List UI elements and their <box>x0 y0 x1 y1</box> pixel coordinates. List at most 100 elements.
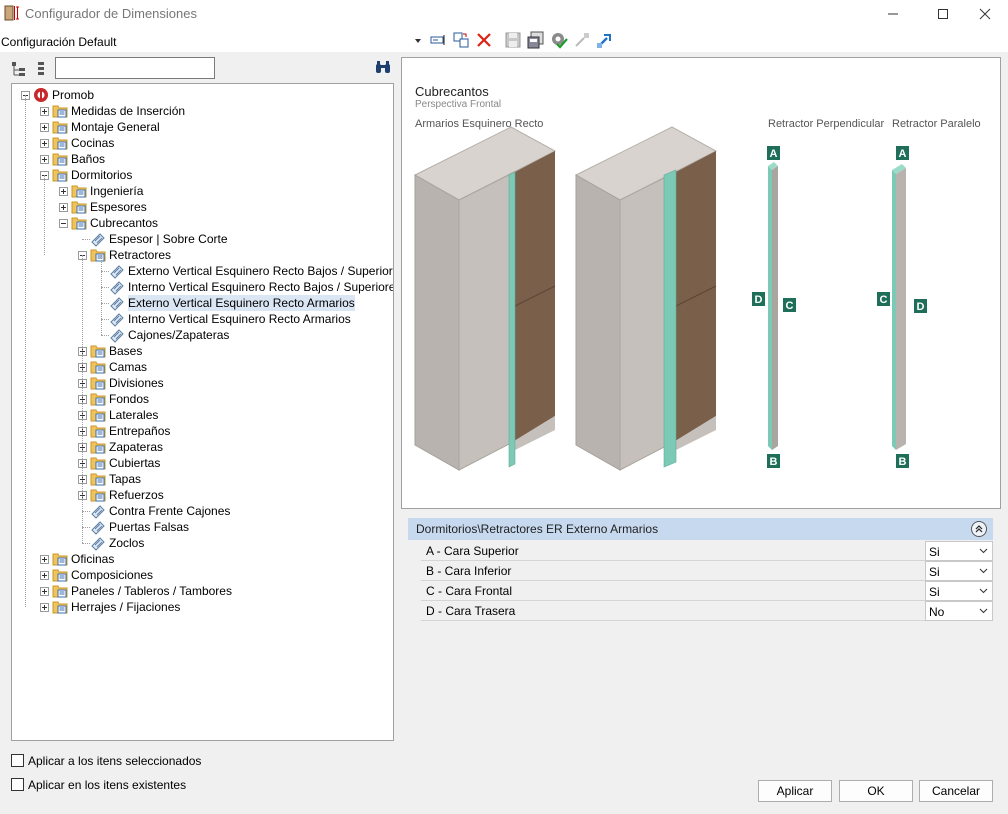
tree-node[interactable]: Oficinas <box>12 551 392 567</box>
import-icon[interactable] <box>573 31 591 49</box>
expand-icon[interactable] <box>59 187 68 196</box>
cancel-button[interactable]: Cancelar <box>919 780 993 802</box>
tree-node[interactable]: Herrajes / Fijaciones <box>12 599 392 615</box>
marker-a-para: A <box>896 146 909 160</box>
tree-node[interactable]: Camas <box>12 359 392 375</box>
expand-icon[interactable] <box>40 555 49 564</box>
tree-guide-line <box>25 95 26 607</box>
collapse-icon[interactable] <box>971 521 987 537</box>
tree-node-label: Cocinas <box>71 136 115 150</box>
tree-node[interactable]: Entrepaños <box>12 423 392 439</box>
maximize-button[interactable] <box>920 0 966 28</box>
svg-text:B: B <box>770 456 778 468</box>
tree-node-label: Interno Vertical Esquinero Recto Armario… <box>128 312 351 326</box>
delete-icon[interactable] <box>475 31 493 49</box>
save-icon[interactable] <box>504 31 522 49</box>
expand-icon[interactable] <box>40 603 49 612</box>
property-row: D - Cara Trasera No <box>421 601 993 621</box>
tree-node[interactable]: Espesor | Sobre Corte <box>12 231 392 247</box>
tree-node[interactable]: Composiciones <box>12 567 392 583</box>
folder-icon <box>90 487 106 503</box>
tree-node[interactable]: Cubiertas <box>12 455 392 471</box>
property-value-select[interactable]: Si <box>925 541 993 561</box>
tree-connector <box>82 527 90 528</box>
tree-node[interactable]: Medidas de Inserción <box>12 103 392 119</box>
tree-node[interactable]: Tapas <box>12 471 392 487</box>
tree-node[interactable]: Puertas Falsas <box>12 519 392 535</box>
tree-node[interactable]: Cubrecantos <box>12 215 392 231</box>
cabinet-right <box>574 126 718 471</box>
expand-icon[interactable] <box>40 587 49 596</box>
collapse-tree-icon[interactable] <box>34 61 50 77</box>
property-name: B - Cara Inferior <box>426 564 512 578</box>
tree-node[interactable]: Contra Frente Cajones <box>12 503 392 519</box>
folder-icon <box>90 359 106 375</box>
tree-node-label: Baños <box>71 152 106 166</box>
apply-button[interactable]: Aplicar <box>758 780 832 802</box>
property-value-select[interactable]: No <box>925 601 993 621</box>
expand-icon[interactable] <box>59 203 68 212</box>
tree-connector <box>101 335 109 336</box>
tree-node[interactable]: Fondos <box>12 391 392 407</box>
dropdown-arrow-icon <box>415 39 421 43</box>
save-as-icon[interactable] <box>527 31 545 49</box>
expand-icon[interactable] <box>40 123 49 132</box>
folder-icon <box>90 375 106 391</box>
tree-node[interactable]: Bases <box>12 343 392 359</box>
tree-node[interactable]: Refuerzos <box>12 487 392 503</box>
tree-node-label: Divisiones <box>109 376 164 390</box>
tree-node[interactable]: Interno Vertical Esquinero Recto Armario… <box>12 311 392 327</box>
edge-band-icon <box>109 263 125 279</box>
marker-b-perp: B <box>767 454 780 468</box>
tree-node[interactable]: Espesores <box>12 199 392 215</box>
expand-icon[interactable] <box>40 139 49 148</box>
tree-node[interactable]: Baños <box>12 151 392 167</box>
tree-node[interactable]: Dormitorios <box>12 167 392 183</box>
search-input[interactable] <box>55 57 215 79</box>
edge-band-icon <box>109 327 125 343</box>
tree-node[interactable]: Divisiones <box>12 375 392 391</box>
tree-node[interactable]: Cocinas <box>12 135 392 151</box>
property-value-select[interactable]: Si <box>925 581 993 601</box>
expand-icon[interactable] <box>40 155 49 164</box>
search-icon[interactable] <box>375 60 391 74</box>
apply-selected-checkbox[interactable] <box>11 754 24 767</box>
minimize-icon <box>888 13 898 15</box>
svg-text:C: C <box>880 294 888 306</box>
rename-icon[interactable] <box>429 31 447 49</box>
tree-node[interactable]: Zapateras <box>12 439 392 455</box>
tree-node[interactable]: Paneles / Tableros / Tambores <box>12 583 392 599</box>
expand-icon[interactable] <box>40 107 49 116</box>
apply-existing-checkbox[interactable] <box>11 778 24 791</box>
property-group-header[interactable]: Dormitorios\Retractores ER Externo Armar… <box>408 518 993 540</box>
export-icon[interactable] <box>596 31 614 49</box>
tree-node[interactable]: Ingeniería <box>12 183 392 199</box>
tree-guide-line <box>101 255 102 335</box>
edge-band-icon <box>109 279 125 295</box>
tree-node-label: Entrepaños <box>109 424 171 438</box>
configuration-select[interactable]: Configuración Default <box>0 30 425 50</box>
tree-node[interactable]: Laterales <box>12 407 392 423</box>
collapse-icon[interactable] <box>59 219 68 228</box>
tree-node[interactable]: Retractores <box>12 247 392 263</box>
category-tree[interactable]: Promob Medidas de Inserción Montaje Genera… <box>11 83 394 741</box>
section-armarios-label: Armarios Esquinero Recto <box>415 118 544 130</box>
tree-node[interactable]: Montaje General <box>12 119 392 135</box>
tree-node[interactable]: Zoclos <box>12 535 392 551</box>
marker-d-para: D <box>914 299 927 313</box>
tree-node[interactable]: Promob <box>12 87 392 103</box>
settings-check-icon[interactable] <box>550 31 568 49</box>
tree-node[interactable]: Interno Vertical Esquinero Recto Bajos /… <box>12 279 393 295</box>
tree-node[interactable]: Cajones/Zapateras <box>12 327 392 343</box>
minimize-button[interactable] <box>870 0 916 28</box>
copy-config-icon[interactable] <box>452 31 470 49</box>
tree-node[interactable]: Externo Vertical Esquinero Recto Bajos /… <box>12 263 393 279</box>
tree-node[interactable]: Externo Vertical Esquinero Recto Armario… <box>12 295 392 311</box>
expand-tree-icon[interactable] <box>11 61 27 77</box>
close-button[interactable] <box>962 0 1008 28</box>
tree-guide-line <box>44 175 45 255</box>
expand-icon[interactable] <box>40 571 49 580</box>
property-value-select[interactable]: Si <box>925 561 993 581</box>
ok-button[interactable]: OK <box>839 780 913 802</box>
svg-text:D: D <box>917 301 925 313</box>
